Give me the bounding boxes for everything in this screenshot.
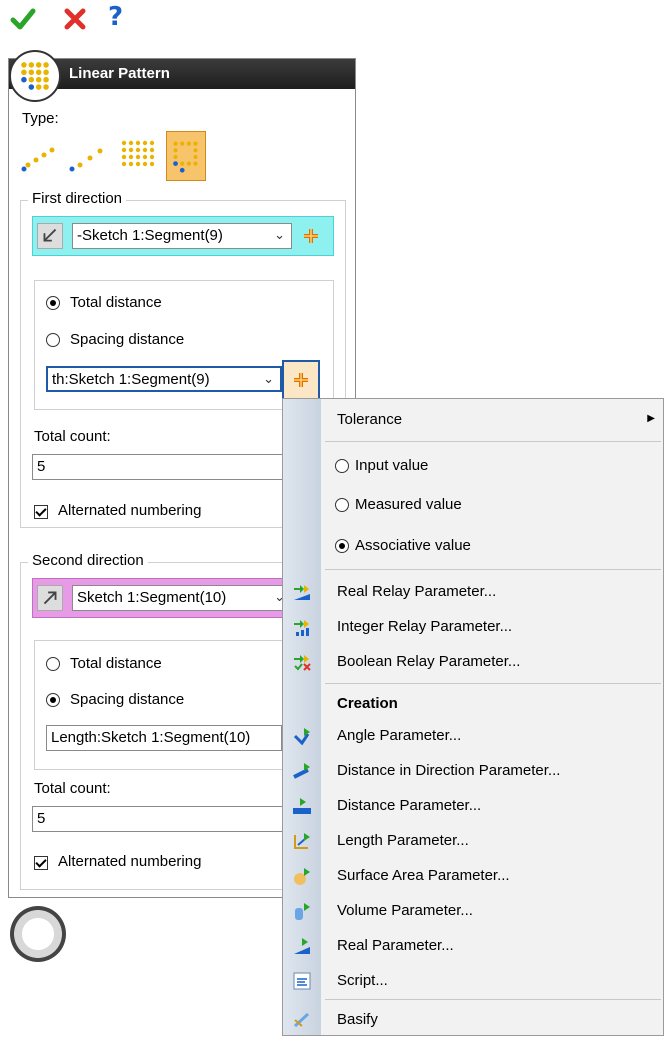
first-spacing-distance-radio[interactable]	[46, 333, 60, 347]
first-direction-reverse-button[interactable]	[37, 223, 63, 249]
second-direction-reverse-button[interactable]	[37, 585, 63, 611]
menu-separator	[325, 683, 661, 684]
menu-item-distance-label: Distance Parameter...	[337, 797, 482, 814]
first-direction-title: First direction	[28, 190, 127, 207]
second-distance-value: Length:Sketch 1:Segment(10)	[51, 729, 251, 746]
menu-item-surface-area[interactable]: Surface Area Parameter...	[283, 859, 663, 893]
measured-value-radio	[335, 498, 349, 512]
menu-item-associative-value-label: Associative value	[355, 537, 471, 554]
type-line-spaced-icon[interactable]	[68, 131, 108, 181]
menu-item-boolean-relay[interactable]: Boolean Relay Parameter...	[283, 645, 663, 679]
menu-item-integer-relay[interactable]: Integer Relay Parameter...	[283, 610, 663, 644]
menu-item-length[interactable]: Length Parameter...	[283, 824, 663, 858]
chevron-down-icon: ⌄	[263, 371, 274, 386]
second-spacing-distance-label: Spacing distance	[70, 691, 185, 708]
first-distance-plus-button[interactable]	[282, 360, 320, 400]
second-total-distance-label: Total distance	[70, 655, 162, 672]
menu-item-basify[interactable]: Basify	[283, 1003, 663, 1037]
menu-item-basify-label: Basify	[337, 1011, 378, 1028]
menu-item-distance[interactable]: Distance Parameter...	[283, 789, 663, 823]
type-grid-selected-icon[interactable]	[166, 131, 206, 181]
menu-section-creation: Creation	[283, 687, 663, 721]
first-total-distance-radio[interactable]	[46, 296, 60, 310]
context-menu: Tolerance ▶ Input value Measured value A…	[282, 398, 664, 1036]
chevron-down-icon: ⌄	[274, 227, 285, 242]
boolean-relay-icon	[292, 652, 312, 672]
distance-parameter-icon	[292, 796, 312, 816]
second-direction-geometry: Sketch 1:Segment(10)	[77, 589, 227, 606]
menu-item-script-label: Script...	[337, 972, 388, 989]
first-direction-combo[interactable]: -Sketch 1:Segment(9) ⌄	[72, 223, 292, 249]
basify-icon	[292, 1010, 312, 1030]
menu-item-tolerance-label: Tolerance	[337, 411, 403, 428]
menu-separator	[325, 999, 661, 1000]
menu-separator	[325, 569, 661, 570]
menu-item-measured-value[interactable]: Measured value	[283, 488, 663, 522]
menu-item-volume-label: Volume Parameter...	[337, 902, 473, 919]
distance-direction-icon	[292, 761, 312, 781]
eye-icon[interactable]	[10, 906, 66, 962]
first-direction-geometry: -Sketch 1:Segment(9)	[77, 227, 223, 244]
second-spacing-distance-radio[interactable]	[46, 693, 60, 707]
menu-item-angle-label: Angle Parameter...	[337, 727, 462, 744]
menu-section-creation-label: Creation	[337, 695, 398, 712]
real-relay-icon	[292, 582, 312, 602]
menu-item-script[interactable]: Script...	[283, 964, 663, 998]
input-value-radio	[335, 459, 349, 473]
menu-item-length-label: Length Parameter...	[337, 832, 469, 849]
menu-item-distance-direction-label: Distance in Direction Parameter...	[337, 762, 561, 779]
close-icon[interactable]	[62, 6, 88, 32]
dialog-title: Linear Pattern	[69, 65, 170, 82]
menu-item-input-value-label: Input value	[355, 457, 429, 474]
menu-item-integer-relay-label: Integer Relay Parameter...	[337, 618, 513, 635]
script-icon	[292, 971, 312, 991]
first-total-count-label: Total count:	[34, 428, 111, 445]
second-alternated-checkbox[interactable]	[34, 856, 48, 870]
first-total-distance-label: Total distance	[70, 294, 162, 311]
second-total-count-value: 5	[37, 810, 46, 827]
angle-parameter-icon	[292, 726, 312, 746]
menu-item-distance-direction[interactable]: Distance in Direction Parameter...	[283, 754, 663, 788]
second-total-distance-radio[interactable]	[46, 657, 60, 671]
first-direction-plus-icon[interactable]	[300, 225, 322, 247]
help-icon[interactable]: ?	[108, 2, 123, 32]
submenu-arrow-icon: ▶	[647, 413, 655, 424]
menu-item-measured-value-label: Measured value	[355, 496, 462, 513]
menu-item-associative-value[interactable]: Associative value	[283, 529, 663, 563]
associative-value-radio	[335, 539, 349, 553]
menu-item-boolean-relay-label: Boolean Relay Parameter...	[337, 653, 521, 670]
second-distance-input[interactable]: Length:Sketch 1:Segment(10)	[46, 725, 282, 751]
first-distance-value: th:Sketch 1:Segment(9)	[52, 371, 210, 388]
second-direction-combo[interactable]: Sketch 1:Segment(10) ⌄	[72, 585, 292, 611]
menu-item-real-label: Real Parameter...	[337, 937, 454, 954]
menu-item-volume[interactable]: Volume Parameter...	[283, 894, 663, 928]
check-icon[interactable]	[10, 6, 36, 32]
menu-item-surface-area-label: Surface Area Parameter...	[337, 867, 510, 884]
linear-pattern-icon	[9, 50, 61, 102]
surface-area-icon	[292, 866, 312, 886]
second-alternated-label: Alternated numbering	[58, 853, 202, 870]
type-line-icon[interactable]	[20, 131, 60, 181]
first-alternated-checkbox[interactable]	[34, 505, 48, 519]
plus-icon	[294, 373, 308, 387]
menu-item-real[interactable]: Real Parameter...	[283, 929, 663, 963]
menu-item-real-relay-label: Real Relay Parameter...	[337, 583, 497, 600]
menu-item-tolerance[interactable]: Tolerance ▶	[283, 403, 663, 437]
integer-relay-icon	[292, 617, 312, 637]
first-total-count-value: 5	[37, 458, 46, 475]
menu-item-input-value[interactable]: Input value	[283, 449, 663, 483]
first-spacing-distance-label: Spacing distance	[70, 331, 185, 348]
second-direction-title: Second direction	[28, 552, 148, 569]
type-label: Type:	[22, 110, 59, 127]
type-grid-icon[interactable]	[116, 131, 156, 181]
first-distance-combo[interactable]: th:Sketch 1:Segment(9) ⌄	[46, 366, 282, 392]
real-parameter-icon	[292, 936, 312, 956]
second-total-count-label: Total count:	[34, 780, 111, 797]
menu-item-angle[interactable]: Angle Parameter...	[283, 719, 663, 753]
first-alternated-label: Alternated numbering	[58, 502, 202, 519]
volume-parameter-icon	[292, 901, 312, 921]
menu-separator	[325, 441, 661, 442]
length-parameter-icon	[292, 831, 312, 851]
menu-item-real-relay[interactable]: Real Relay Parameter...	[283, 575, 663, 609]
